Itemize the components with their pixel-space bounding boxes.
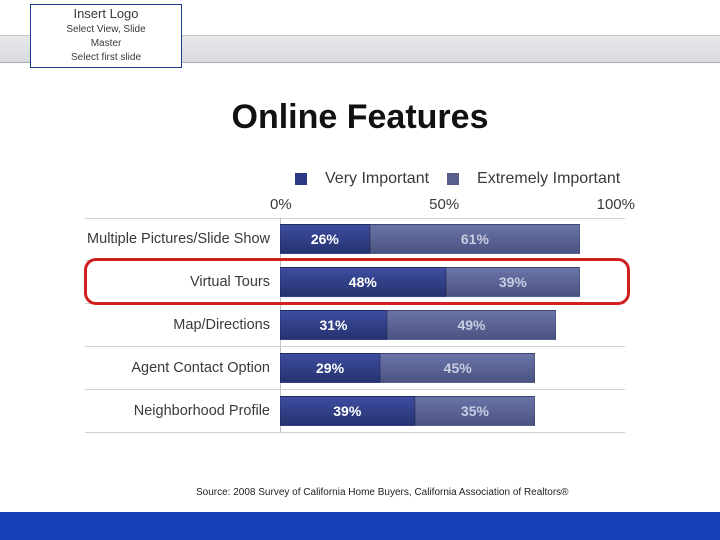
logo-sub-2: Master	[35, 38, 177, 50]
footer-bar	[0, 512, 720, 540]
source-citation: Source: 2008 Survey of California Home B…	[196, 487, 569, 498]
category-label: Map/Directions	[85, 317, 280, 334]
category-label: Virtual Tours	[85, 274, 280, 291]
x-axis-labels: 0% 50% 100%	[280, 196, 625, 213]
bar-segment-extremely-important: 49%	[387, 310, 556, 340]
logo-title: Insert Logo	[35, 7, 177, 22]
category-label: Agent Contact Option	[85, 360, 280, 377]
category-label: Neighborhood Profile	[85, 403, 280, 420]
legend-label-extremely-important: Extremely Important	[477, 170, 620, 188]
bar-group: 29%45%	[280, 353, 625, 383]
legend: Very Important Extremely Important	[295, 170, 625, 188]
logo-placeholder[interactable]: Insert Logo Select View, Slide Master Se…	[30, 4, 182, 68]
bar-segment-very-important: 48%	[280, 267, 446, 297]
x-tick-50: 50%	[429, 196, 459, 213]
legend-swatch-very-important	[295, 173, 307, 185]
bar-group: 39%35%	[280, 396, 625, 426]
chart-row: Virtual Tours48%39%	[85, 261, 625, 304]
bar-segment-extremely-important: 45%	[380, 353, 535, 383]
chart-row: Neighborhood Profile39%35%	[85, 390, 625, 433]
logo-sub-1: Select View, Slide	[35, 24, 177, 36]
bar-group: 26%61%	[280, 224, 625, 254]
bar-segment-extremely-important: 61%	[370, 224, 580, 254]
x-tick-0: 0%	[270, 196, 292, 213]
bar-segment-very-important: 39%	[280, 396, 415, 426]
bar-group: 48%39%	[280, 267, 625, 297]
chart-row: Agent Contact Option29%45%	[85, 347, 625, 390]
chart-row: Map/Directions31%49%	[85, 304, 625, 347]
bar-segment-very-important: 31%	[280, 310, 387, 340]
bar-segment-very-important: 26%	[280, 224, 370, 254]
bar-segment-extremely-important: 39%	[446, 267, 581, 297]
slide: Insert Logo Select View, Slide Master Se…	[0, 0, 720, 540]
category-label: Multiple Pictures/Slide Show	[85, 231, 280, 248]
plot-area: Multiple Pictures/Slide Show26%61%Virtua…	[85, 218, 625, 433]
page-title: Online Features	[0, 98, 720, 137]
legend-label-very-important: Very Important	[325, 170, 429, 188]
bar-group: 31%49%	[280, 310, 625, 340]
legend-swatch-extremely-important	[447, 173, 459, 185]
logo-sub-3: Select first slide	[35, 52, 177, 64]
bar-segment-very-important: 29%	[280, 353, 380, 383]
bar-segment-extremely-important: 35%	[415, 396, 536, 426]
chart-row: Multiple Pictures/Slide Show26%61%	[85, 218, 625, 261]
x-tick-100: 100%	[597, 196, 635, 213]
chart: Very Important Extremely Important 0% 50…	[85, 170, 625, 470]
